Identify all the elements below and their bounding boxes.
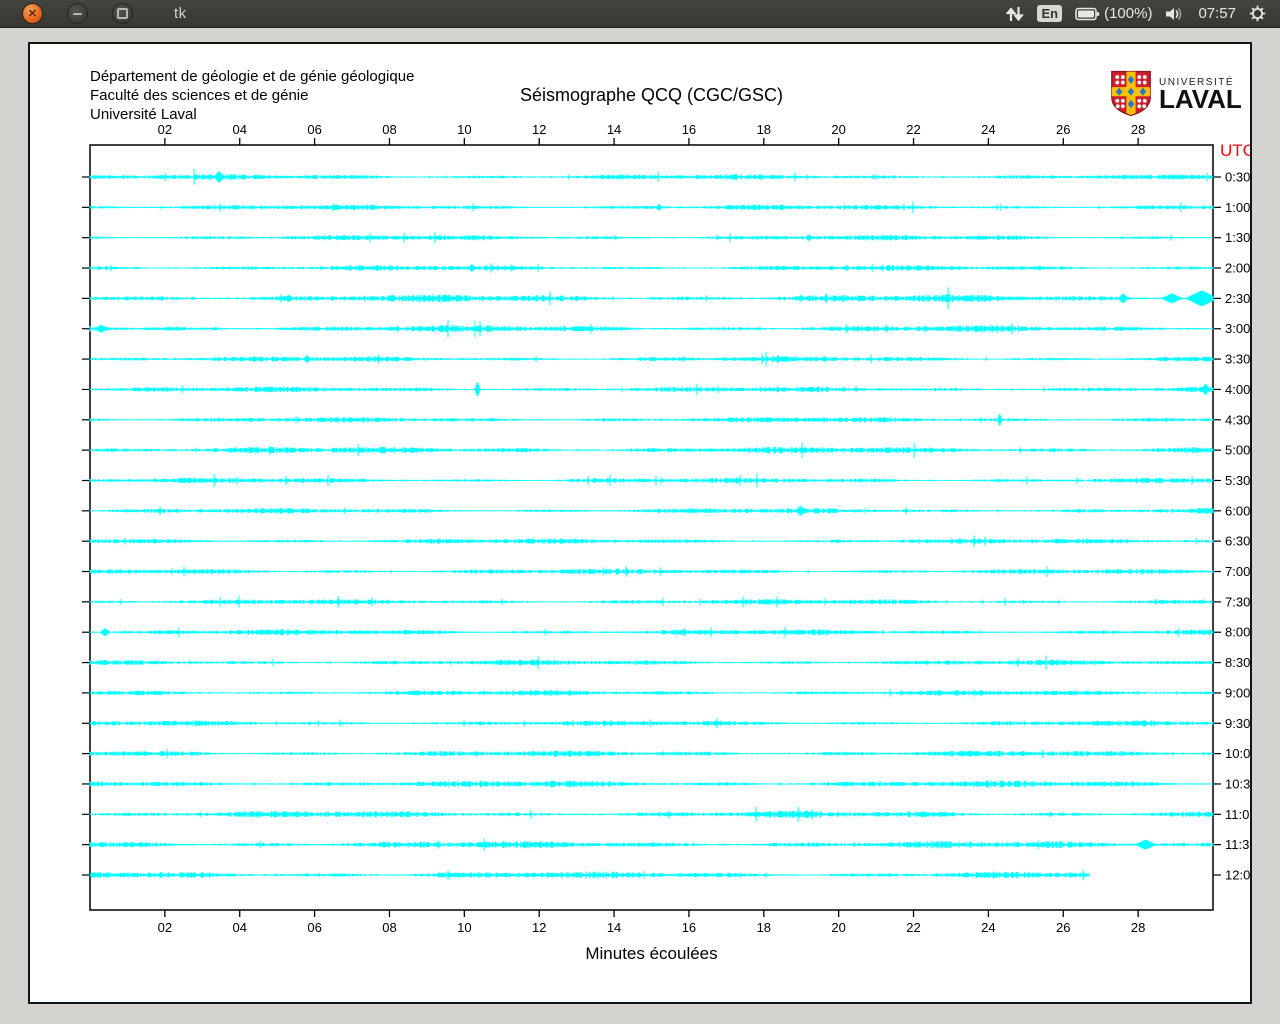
x-tick-label-top: 22 [906, 122, 920, 137]
seismogram-trace [90, 442, 1213, 457]
x-tick-label-top: 26 [1056, 122, 1070, 137]
row-time-label: 12:00 [1225, 868, 1250, 883]
seismogram-trace [90, 414, 1213, 426]
window-title: tk [174, 5, 187, 22]
row-time-label: 7:30 [1225, 594, 1250, 609]
x-tick-label-top: 18 [757, 122, 771, 137]
x-tick-label-top: 08 [382, 122, 396, 137]
x-tick-label-bottom: 24 [981, 920, 995, 935]
seismogram-trace [90, 352, 1213, 367]
seismogram-trace [90, 202, 1213, 214]
x-tick-label-bottom: 18 [757, 920, 771, 935]
seismogram-trace [90, 232, 1213, 243]
battery-icon [1075, 7, 1100, 21]
minimize-icon [73, 13, 82, 15]
row-time-label: 1:30 [1225, 230, 1250, 245]
x-tick-label-top: 10 [457, 122, 471, 137]
x-tick-label-top: 12 [532, 122, 546, 137]
seismogram-trace [90, 627, 1213, 637]
x-tick-label-top: 14 [607, 122, 621, 137]
row-time-label: 9:00 [1225, 685, 1250, 700]
seismogram-trace [90, 596, 1213, 608]
row-time-label: 3:30 [1225, 352, 1250, 367]
updown-arrows-icon[interactable] [1006, 6, 1024, 22]
seismogram-trace [90, 383, 1213, 397]
x-tick-label-bottom: 06 [307, 920, 321, 935]
window-controls: ✕ [0, 3, 133, 24]
row-time-label: 10:00 [1225, 746, 1250, 761]
row-time-label: 5:30 [1225, 473, 1250, 488]
x-tick-label-bottom: 14 [607, 920, 621, 935]
battery-percent: (100%) [1104, 5, 1152, 22]
volume-icon[interactable] [1165, 6, 1185, 22]
row-time-label: 10:30 [1225, 776, 1250, 791]
plot-border [90, 145, 1213, 910]
seismogram-trace [90, 535, 1213, 547]
row-time-label: 2:00 [1225, 261, 1250, 276]
seismograph-plot: 02 02 04 04 06 06 08 08 10 10 12 12 14 14 16 16 18 18 20 20… [30, 44, 1250, 1002]
seismogram-trace [90, 566, 1213, 577]
minimize-button[interactable] [67, 3, 88, 24]
seismogram-trace [90, 287, 1213, 309]
session-gear-icon[interactable] [1249, 5, 1266, 22]
maximize-icon [117, 8, 128, 19]
x-tick-label-bottom: 26 [1056, 920, 1070, 935]
seismogram-trace [90, 718, 1213, 728]
x-tick-label-bottom: 10 [457, 920, 471, 935]
row-time-label: 8:00 [1225, 625, 1250, 640]
x-tick-label-top: 24 [981, 122, 995, 137]
row-time-label: 7:00 [1225, 564, 1250, 579]
seismogram-trace [90, 320, 1213, 337]
x-axis-title: Minutes écoulées [585, 944, 717, 963]
seismogram-trace [90, 807, 1213, 822]
row-time-label: 5:00 [1225, 443, 1250, 458]
x-tick-label-bottom: 08 [382, 920, 396, 935]
x-tick-label-bottom: 02 [158, 920, 172, 935]
row-time-label: 9:30 [1225, 716, 1250, 731]
x-tick-label-top: 16 [682, 122, 696, 137]
seismogram-trace [90, 505, 1213, 516]
x-tick-label-top: 28 [1131, 122, 1145, 137]
desktop-top-bar[interactable]: ✕ tk En (100%) 07:57 [0, 0, 1280, 28]
x-tick-label-top: 04 [232, 122, 246, 137]
row-time-label: 11:00 [1225, 807, 1250, 822]
row-time-label: 3:00 [1225, 321, 1250, 336]
seismogram-trace [90, 749, 1213, 758]
row-time-label: 2:30 [1225, 291, 1250, 306]
row-time-label: 0:30 [1225, 170, 1250, 185]
row-time-label: 6:30 [1225, 534, 1250, 549]
row-time-label: 4:30 [1225, 412, 1250, 427]
row-time-label: 8:30 [1225, 655, 1250, 670]
seismogram-trace [90, 473, 1213, 487]
seismogram-trace [90, 263, 1213, 273]
tk-application-window: Département de géologie et de génie géol… [28, 42, 1252, 1004]
row-time-label: 11:30 [1225, 837, 1250, 852]
seismogram-trace [90, 780, 1213, 788]
x-tick-label-bottom: 28 [1131, 920, 1145, 935]
x-tick-label-bottom: 22 [906, 920, 920, 935]
battery-indicator[interactable]: (100%) [1075, 5, 1152, 22]
row-time-label: 1:00 [1225, 200, 1250, 215]
seismogram-trace [90, 169, 1213, 185]
seismogram-trace [90, 838, 1213, 851]
system-tray: En (100%) 07:57 [1006, 5, 1280, 22]
maximize-button[interactable] [112, 3, 133, 24]
utc-axis-label: UTC [1220, 141, 1250, 160]
x-tick-label-top: 20 [831, 122, 845, 137]
row-time-label: 4:00 [1225, 382, 1250, 397]
seismogram-trace [90, 656, 1213, 670]
x-tick-label-bottom: 20 [831, 920, 845, 935]
x-tick-label-top: 06 [307, 122, 321, 137]
row-time-label: 6:00 [1225, 503, 1250, 518]
seismogram-trace [90, 689, 1213, 696]
keyboard-layout-indicator[interactable]: En [1037, 5, 1062, 22]
seismogram-trace [90, 870, 1089, 881]
clock[interactable]: 07:57 [1198, 5, 1236, 22]
x-tick-label-bottom: 04 [232, 920, 246, 935]
x-tick-label-bottom: 16 [682, 920, 696, 935]
x-tick-label-bottom: 12 [532, 920, 546, 935]
close-button[interactable]: ✕ [22, 3, 43, 24]
x-tick-label-top: 02 [158, 122, 172, 137]
